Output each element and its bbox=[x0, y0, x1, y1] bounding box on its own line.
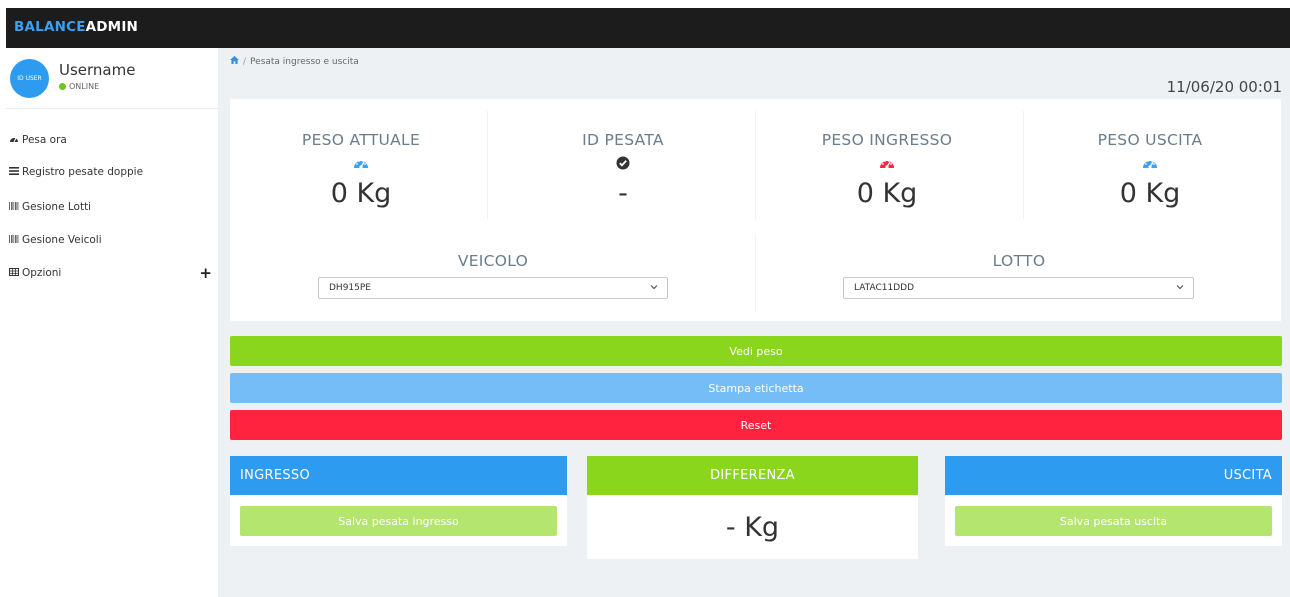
stat-id-pesata: ID PESATA - bbox=[492, 99, 754, 219]
stat-value: - bbox=[618, 178, 628, 209]
breadcrumb: / Pesata ingresso e uscita bbox=[230, 56, 359, 67]
salva-uscita-button[interactable]: Salva pesata uscita bbox=[955, 506, 1272, 536]
home-icon[interactable] bbox=[230, 56, 239, 67]
sidebar-item-registro[interactable]: Registro pesate doppie bbox=[8, 161, 216, 183]
chevron-down-icon bbox=[650, 283, 658, 292]
sidebar-item-lotti[interactable]: Gesione Lotti bbox=[8, 196, 216, 218]
table-icon bbox=[8, 267, 19, 279]
gauge-icon bbox=[1019, 154, 1281, 172]
ingresso-panel: INGRESSO Salva pesata ingresso bbox=[230, 456, 567, 546]
stat-peso-attuale: PESO ATTUALE 0 Kg bbox=[230, 99, 492, 219]
stat-label: PESO USCITA bbox=[1097, 131, 1203, 149]
differenza-title: DIFFERENZA bbox=[587, 456, 918, 495]
weighing-card: PESO ATTUALE 0 Kg ID PESATA - PESO INGRE… bbox=[230, 99, 1281, 321]
vedi-peso-button[interactable]: Vedi peso bbox=[230, 336, 1282, 366]
sidebar-item-label: Pesa ora bbox=[22, 134, 67, 146]
brand-part-1: BALANCE bbox=[14, 19, 86, 35]
breadcrumb-separator: / bbox=[243, 56, 247, 67]
divider bbox=[487, 111, 488, 219]
sidebar: ID USER Username ONLINE Pesa ora Registr… bbox=[6, 48, 218, 597]
user-status: ONLINE bbox=[59, 82, 99, 91]
list-icon bbox=[8, 166, 19, 178]
sidebar-item-opzioni[interactable]: Opzioni + bbox=[8, 262, 216, 284]
veicolo-label: VEICOLO bbox=[457, 252, 529, 270]
sidebar-item-label: Gesione Veicoli bbox=[22, 234, 102, 246]
stat-label: ID PESATA bbox=[582, 131, 664, 149]
reset-button[interactable]: Reset bbox=[230, 410, 1282, 440]
dashboard-icon bbox=[8, 135, 19, 146]
main-content: / Pesata ingresso e uscita 11/06/20 00:0… bbox=[218, 48, 1290, 597]
plus-icon[interactable]: + bbox=[199, 264, 212, 282]
breadcrumb-current: Pesata ingresso e uscita bbox=[250, 56, 359, 67]
stat-label: PESO INGRESSO bbox=[821, 131, 953, 149]
check-circle-icon bbox=[492, 154, 754, 172]
user-panel: ID USER Username ONLINE bbox=[6, 48, 218, 109]
differenza-panel: DIFFERENZA - Kg bbox=[587, 456, 918, 559]
sidebar-item-label: Opzioni bbox=[22, 267, 62, 279]
stat-value: 0 Kg bbox=[856, 178, 918, 209]
brand-logo[interactable]: BALANCEADMIN bbox=[14, 19, 138, 35]
sidebar-item-pesa-ora[interactable]: Pesa ora bbox=[8, 129, 216, 151]
datetime-display: 11/06/20 00:01 bbox=[1166, 78, 1282, 96]
online-dot-icon bbox=[59, 83, 66, 90]
stat-peso-uscita: PESO USCITA 0 Kg bbox=[1019, 99, 1281, 219]
username: Username bbox=[59, 61, 136, 79]
stampa-etichetta-button[interactable]: Stampa etichetta bbox=[230, 373, 1282, 403]
gauge-icon bbox=[230, 154, 492, 172]
sidebar-item-veicoli[interactable]: Gesione Veicoli bbox=[8, 229, 216, 251]
barcode-icon bbox=[8, 201, 19, 213]
sidebar-item-label: Registro pesate doppie bbox=[22, 166, 144, 178]
brand-part-2: ADMIN bbox=[85, 19, 139, 35]
gauge-icon bbox=[756, 154, 1018, 172]
uscita-title: USCITA bbox=[945, 456, 1282, 495]
divider bbox=[755, 235, 756, 311]
user-status-label: ONLINE bbox=[69, 82, 100, 91]
stat-value: 0 Kg bbox=[330, 178, 392, 209]
veicolo-select[interactable]: DH915PE bbox=[318, 277, 668, 299]
lotto-selected-value: LATAC11DDD bbox=[854, 283, 915, 293]
avatar[interactable]: ID USER bbox=[10, 59, 49, 98]
differenza-value: - Kg bbox=[725, 512, 780, 543]
stat-peso-ingresso: PESO INGRESSO 0 Kg bbox=[756, 99, 1018, 219]
veicolo-selected-value: DH915PE bbox=[329, 283, 371, 293]
salva-ingresso-button[interactable]: Salva pesata ingresso bbox=[240, 506, 557, 536]
lotto-label: LOTTO bbox=[992, 252, 1046, 270]
ingresso-title: INGRESSO bbox=[230, 456, 567, 495]
chevron-down-icon bbox=[1176, 283, 1184, 292]
barcode-icon bbox=[8, 234, 19, 246]
stat-label: PESO ATTUALE bbox=[301, 131, 421, 149]
lotto-select[interactable]: LATAC11DDD bbox=[843, 277, 1194, 299]
sidebar-item-label: Gesione Lotti bbox=[22, 201, 92, 213]
top-navbar: BALANCEADMIN bbox=[6, 8, 1290, 48]
stat-value: 0 Kg bbox=[1119, 178, 1181, 209]
uscita-panel: USCITA Salva pesata uscita bbox=[945, 456, 1282, 546]
